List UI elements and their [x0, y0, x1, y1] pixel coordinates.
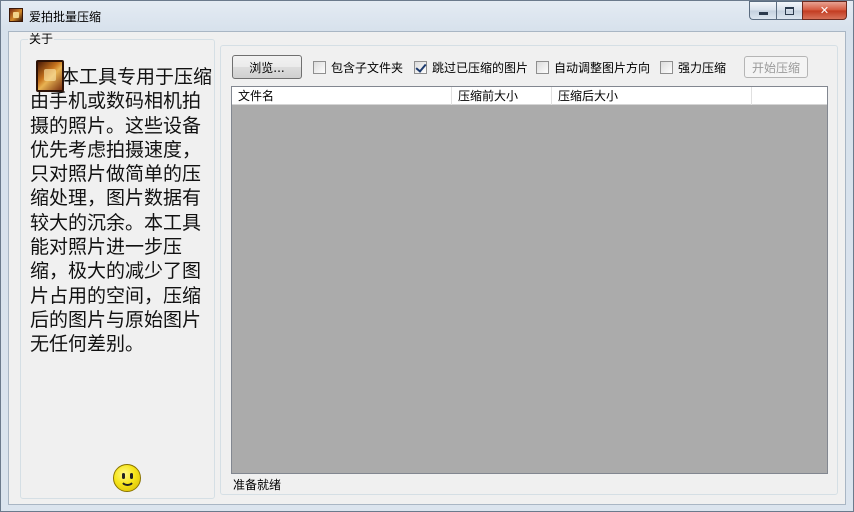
- about-logo-icon: [36, 60, 64, 92]
- minimize-button[interactable]: [749, 1, 776, 20]
- force-compress-label: 强力压缩: [678, 60, 727, 75]
- about-group-title: 关于: [28, 32, 55, 46]
- include-subfolders-box[interactable]: [313, 60, 326, 74]
- close-button[interactable]: ✕: [802, 1, 847, 20]
- list-header: 文件名 压缩前大小 压缩后大小: [232, 87, 827, 105]
- window-controls: ✕: [749, 1, 847, 20]
- app-window: 爱拍批量压缩 ✕ 关于 本工具专用于压缩由手机或数码相机拍摄的照片。这些设备优先…: [0, 0, 854, 512]
- smiley-icon: [113, 464, 141, 492]
- main-panel: 浏览... 包含子文件夹 跳过已压缩的图片 自动调整图片方向 强力压缩 开始压缩: [220, 45, 838, 495]
- include-subfolders-label: 包含子文件夹: [331, 60, 404, 75]
- column-header-filename[interactable]: 文件名: [232, 87, 452, 105]
- status-text: 准备就绪: [233, 478, 282, 492]
- skip-compressed-label: 跳过已压缩的图片: [432, 60, 529, 75]
- auto-rotate-checkbox[interactable]: 自动调整图片方向: [536, 60, 651, 75]
- auto-rotate-box[interactable]: [536, 60, 549, 74]
- column-header-filler: [752, 87, 827, 105]
- force-compress-checkbox[interactable]: 强力压缩: [660, 60, 727, 75]
- title-bar[interactable]: 爱拍批量压缩 ✕: [1, 1, 853, 29]
- about-description: 本工具专用于压缩由手机或数码相机拍摄的照片。这些设备优先考虑拍摄速度，只对照片做…: [30, 66, 213, 356]
- file-list[interactable]: 文件名 压缩前大小 压缩后大小: [231, 86, 828, 474]
- close-icon: ✕: [819, 4, 830, 17]
- window-title: 爱拍批量压缩: [29, 10, 102, 24]
- force-compress-box[interactable]: [660, 60, 673, 74]
- maximize-icon: [785, 6, 794, 15]
- column-header-size-before[interactable]: 压缩前大小: [452, 87, 552, 105]
- auto-rotate-label: 自动调整图片方向: [554, 60, 651, 75]
- start-compress-button[interactable]: 开始压缩: [744, 56, 808, 78]
- include-subfolders-checkbox[interactable]: 包含子文件夹: [313, 60, 404, 75]
- skip-compressed-box[interactable]: [414, 60, 427, 74]
- client-area: 关于 本工具专用于压缩由手机或数码相机拍摄的照片。这些设备优先考虑拍摄速度，只对…: [8, 31, 846, 505]
- about-group: 关于 本工具专用于压缩由手机或数码相机拍摄的照片。这些设备优先考虑拍摄速度，只对…: [20, 33, 215, 499]
- app-icon: [9, 8, 23, 22]
- minimize-icon: [758, 12, 768, 15]
- skip-compressed-checkbox[interactable]: 跳过已压缩的图片: [414, 60, 529, 75]
- column-header-size-after[interactable]: 压缩后大小: [552, 87, 752, 105]
- maximize-button[interactable]: [776, 1, 802, 20]
- browse-button[interactable]: 浏览...: [232, 55, 302, 79]
